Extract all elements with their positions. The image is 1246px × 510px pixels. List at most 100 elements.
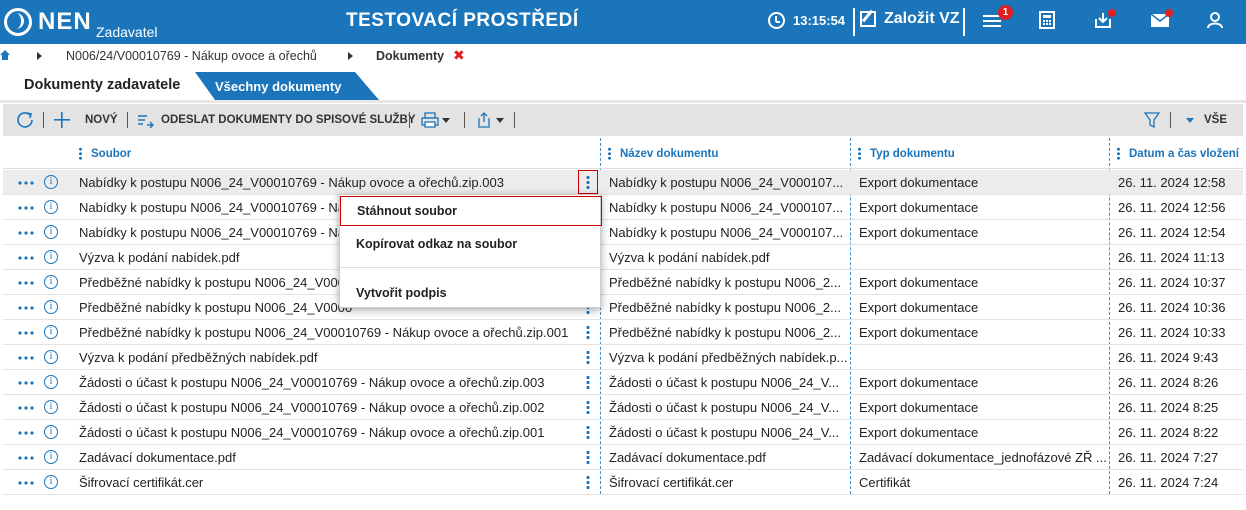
column-menu-icon[interactable] [1117,147,1120,160]
table-row[interactable]: i Předběžné nabídky k postupu N006_24_V0… [3,270,1243,295]
info-icon[interactable]: i [44,225,58,239]
info-icon[interactable]: i [44,300,58,314]
info-icon[interactable]: i [44,275,58,289]
column-header-typ[interactable]: Typ dokumentu [858,138,955,169]
send-to-records-button[interactable]: ODESLAT DOKUMENTY DO SPISOVÉ SLUŽBY [137,104,416,136]
row-actions-icon[interactable] [17,456,34,460]
column-header-soubor[interactable]: Soubor [79,138,131,169]
row-actions-icon[interactable] [17,231,34,235]
row-menu-icon[interactable] [586,475,590,490]
tab-vsechny-dokumenty[interactable]: Všechny dokumenty [195,72,379,100]
table-row[interactable]: i Nabídky k postupu N006_24_V00010769 - … [3,195,1243,220]
nen-logo[interactable]: NEN [4,4,92,40]
send-button-label: ODESLAT DOKUMENTY DO SPISOVÉ SLUŽBY [161,114,416,126]
environment-title: TESTOVACÍ PROSTŘEDÍ [346,10,579,31]
info-icon[interactable]: i [44,425,58,439]
menu-item-copy-link[interactable]: Kopírovat odkaz na soubor [340,233,602,255]
table-row[interactable]: i Výzva k podání předběžných nabídek.pdf… [3,345,1243,370]
table-row[interactable]: i Předběžné nabídky k postupu N006_24_V0… [3,295,1243,320]
row-actions-icon[interactable] [17,406,34,410]
table-row[interactable]: i Žádosti o účast k postupu N006_24_V000… [3,420,1243,445]
row-actions-icon[interactable] [17,306,34,310]
calculator-icon[interactable] [1035,10,1059,34]
table-row[interactable]: i Zadávací dokumentace.pdf Zadávací doku… [3,445,1243,470]
info-icon[interactable]: i [44,450,58,464]
info-icon[interactable]: i [44,375,58,389]
cell-typ: Export dokumentace [859,225,979,240]
info-icon[interactable]: i [44,350,58,364]
info-icon[interactable]: i [44,400,58,414]
user-icon[interactable] [1203,10,1227,34]
cell-datum: 26. 11. 2024 8:25 [1118,400,1219,415]
cell-soubor[interactable]: Žádosti o účast k postupu N006_24_V00010… [79,395,575,420]
print-menu-button[interactable] [421,104,450,136]
info-icon[interactable]: i [44,200,58,214]
row-actions-icon[interactable] [17,356,34,360]
export-menu-button[interactable] [475,104,504,136]
refresh-icon [17,112,33,128]
cell-typ: Certifikát [859,475,911,490]
info-icon[interactable]: i [44,325,58,339]
row-actions-icon[interactable] [17,431,34,435]
table-row[interactable]: i Žádosti o účast k postupu N006_24_V000… [3,395,1243,420]
cell-typ: Export dokumentace [859,325,979,340]
cell-soubor[interactable]: Zadávací dokumentace.pdf [79,445,575,470]
new-button[interactable]: NOVÝ [53,104,118,136]
row-menu-icon[interactable] [586,450,590,465]
chevron-down-icon [1186,117,1194,123]
row-menu-icon[interactable] [586,325,590,340]
row-menu-icon[interactable] [586,425,590,440]
row-actions-icon[interactable] [17,331,34,335]
table-row[interactable]: i Šifrovací certifikát.cer Šifrovací cer… [3,470,1243,495]
cell-soubor[interactable]: Předběžné nabídky k postupu N006_24_V000… [79,320,575,345]
row-actions-icon[interactable] [17,481,34,485]
plus-icon [54,112,70,128]
close-breadcrumb-icon[interactable]: ✖ [453,47,465,64]
menu-item-create-signature[interactable]: Vytvořit podpis [340,282,602,304]
row-actions-icon[interactable] [17,256,34,260]
cell-datum: 26. 11. 2024 8:26 [1118,375,1219,390]
cell-soubor[interactable]: Nabídky k postupu N006_24_V00010769 - Ná… [79,170,575,195]
refresh-button[interactable] [15,104,35,136]
cell-soubor[interactable]: Žádosti o účast k postupu N006_24_V00010… [79,420,575,445]
menu-item-download-file[interactable]: Stáhnout soubor [340,196,602,226]
new-vz-button[interactable]: Založit VZ [860,10,960,28]
column-menu-icon[interactable] [608,147,611,160]
home-icon[interactable] [0,50,10,60]
info-icon[interactable]: i [44,475,58,489]
cell-soubor[interactable]: Žádosti o účast k postupu N006_24_V00010… [79,370,575,395]
table-row[interactable]: i Nabídky k postupu N006_24_V00010769 - … [3,170,1243,195]
column-title: Soubor [91,147,132,160]
cell-soubor[interactable]: Šifrovací certifikát.cer [79,470,575,495]
row-menu-icon[interactable] [586,400,590,415]
row-menu-icon[interactable] [586,350,590,365]
table-row[interactable]: i Výzva k podání nabídek.pdf Výzva k pod… [3,245,1243,270]
filter-scope-dropdown[interactable]: VŠE [1183,104,1227,136]
row-actions-icon[interactable] [17,206,34,210]
row-actions-icon[interactable] [17,381,34,385]
row-menu-icon[interactable] [586,175,590,190]
column-header-datum[interactable]: Datum a čas vložení [1117,138,1239,169]
cell-soubor[interactable]: Výzva k podání předběžných nabídek.pdf [79,345,575,370]
row-actions-icon[interactable] [17,181,34,185]
table-row[interactable]: i Žádosti o účast k postupu N006_24_V000… [3,370,1243,395]
info-icon[interactable]: i [44,175,58,189]
column-header-nazev[interactable]: Název dokumentu [608,138,718,169]
cell-datum: 26. 11. 2024 12:58 [1118,175,1226,190]
filter-button[interactable] [1143,104,1161,136]
column-menu-icon[interactable] [79,147,82,160]
toolbar-divider [409,112,410,128]
row-context-menu: Stáhnout soubor Kopírovat odkaz na soubo… [339,194,602,308]
mail-alert-dot [1165,9,1173,17]
table-row[interactable]: i Předběžné nabídky k postupu N006_24_V0… [3,320,1243,345]
column-menu-icon[interactable] [858,147,861,160]
breadcrumb-procurement-link[interactable]: N006/24/V00010769 - Nákup ovoce a ořechů [66,49,317,63]
logo-mark-icon [4,8,32,36]
row-menu-icon[interactable] [586,375,590,390]
cell-datum: 26. 11. 2024 10:37 [1118,275,1226,290]
row-actions-icon[interactable] [17,281,34,285]
info-icon[interactable]: i [44,250,58,264]
tab-dokumenty-zadavatele[interactable]: Dokumenty zadavatele [10,72,195,98]
table-row[interactable]: i Nabídky k postupu N006_24_V00010769 - … [3,220,1243,245]
cell-datum: 26. 11. 2024 7:27 [1118,450,1219,465]
